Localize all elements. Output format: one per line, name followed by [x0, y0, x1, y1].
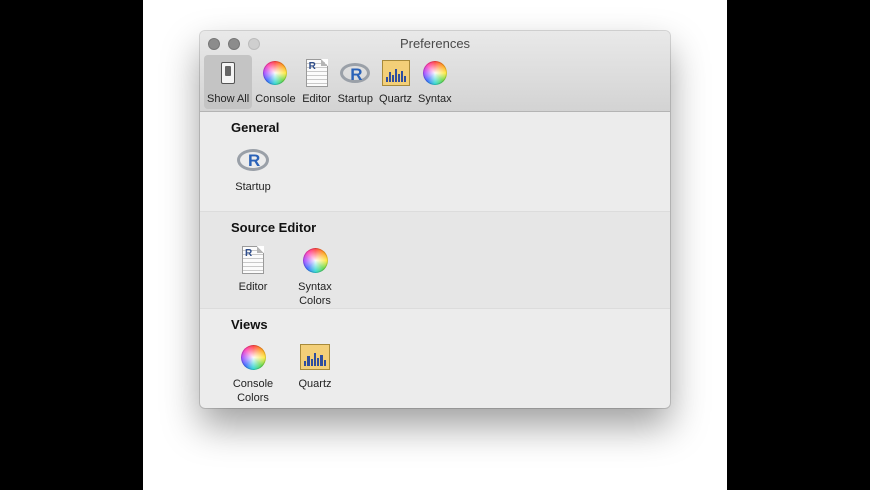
section-views: Views Console Colors Quartz	[200, 309, 670, 408]
toolbar-label: Startup	[337, 93, 374, 105]
color-wheel-icon	[260, 58, 290, 88]
quartz-chart-icon	[381, 58, 411, 88]
pref-quartz[interactable]: Quartz	[284, 341, 346, 405]
section-source-editor: Source Editor R Editor Syntax Colors	[200, 212, 670, 309]
section-heading: General	[231, 120, 280, 135]
window-title: Preferences	[399, 36, 471, 51]
pref-startup[interactable]: R Startup	[222, 144, 284, 194]
pref-editor[interactable]: R Editor	[222, 244, 284, 308]
r-logo-icon: R	[236, 144, 270, 176]
toolbar-label: Editor	[302, 93, 331, 105]
toolbar-syntax[interactable]: Syntax	[415, 55, 455, 109]
pref-label: Syntax Colors	[298, 281, 332, 307]
r-logo-icon: R	[340, 58, 371, 88]
toggle-switch-icon	[213, 58, 243, 88]
toolbar-editor[interactable]: R Editor	[299, 55, 335, 109]
toolbar-startup[interactable]: R Startup	[335, 55, 376, 109]
quartz-chart-icon	[298, 341, 332, 373]
r-document-icon: R	[302, 58, 332, 88]
pref-label: Quartz	[298, 378, 332, 390]
section-heading: Views	[231, 317, 268, 332]
toolbar-label: Quartz	[379, 93, 413, 105]
color-wheel-icon	[236, 341, 270, 373]
titlebar: Preferences Show All Console R Editor R	[200, 31, 670, 112]
toolbar: Show All Console R Editor R Startup Quar…	[204, 55, 455, 109]
section-general: General R Startup	[200, 112, 670, 212]
toolbar-label: Console	[255, 93, 296, 105]
toolbar-quartz[interactable]: Quartz	[376, 55, 415, 109]
pref-label: Editor	[238, 281, 268, 293]
r-document-icon: R	[236, 244, 270, 276]
section-heading: Source Editor	[231, 220, 317, 235]
pref-console-colors[interactable]: Console Colors	[222, 341, 284, 405]
pref-label: Startup	[235, 181, 271, 193]
pref-label: Console Colors	[232, 378, 274, 404]
color-wheel-icon	[420, 58, 450, 88]
toolbar-label: Syntax	[418, 93, 452, 105]
toolbar-console[interactable]: Console	[252, 55, 298, 109]
toolbar-label: Show All	[207, 93, 250, 105]
color-wheel-icon	[298, 244, 332, 276]
preferences-window: Preferences Show All Console R Editor R	[200, 31, 670, 408]
toolbar-show-all[interactable]: Show All	[204, 55, 253, 109]
pref-syntax-colors[interactable]: Syntax Colors	[284, 244, 346, 308]
